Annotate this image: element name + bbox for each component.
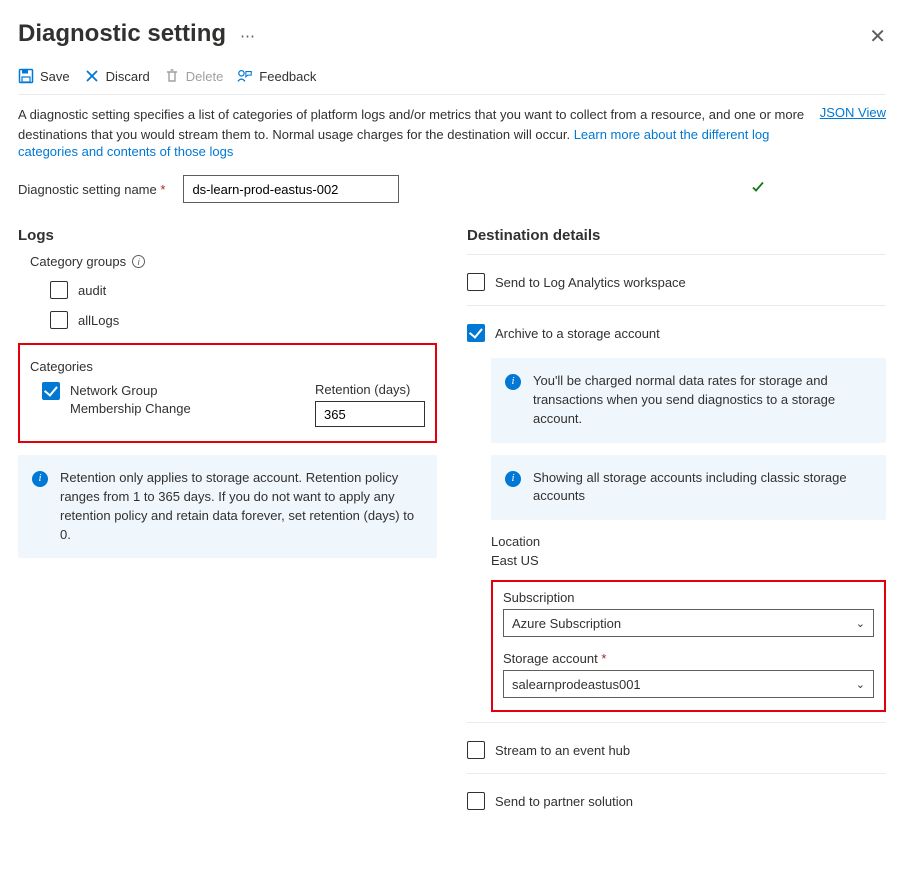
save-icon (18, 68, 34, 84)
subscription-label: Subscription (503, 590, 874, 605)
close-icon[interactable]: ✕ (869, 24, 886, 49)
json-view-link[interactable]: JSON View (820, 105, 886, 159)
discard-button[interactable]: Discard (84, 68, 150, 84)
audit-checkbox[interactable] (50, 281, 68, 299)
categories-label: Categories (30, 359, 93, 374)
chevron-down-icon: ⌄ (856, 617, 865, 630)
network-group-label: Network Group Membership Change (70, 382, 230, 418)
storage-fields-highlight: Subscription Azure Subscription ⌄ Storag… (491, 580, 886, 712)
storage-label: Archive to a storage account (495, 326, 660, 341)
storage-checkbox[interactable] (467, 324, 485, 342)
dest-title: Destination details (467, 227, 886, 244)
info-icon[interactable]: i (132, 255, 145, 268)
storage-account-value: salearnprodeastus001 (512, 677, 641, 692)
info-circle-icon: i (505, 471, 521, 487)
valid-icon (751, 181, 765, 198)
location-label: Location (491, 534, 886, 549)
feedback-button[interactable]: Feedback (237, 68, 316, 84)
discard-icon (84, 68, 100, 84)
save-label: Save (40, 69, 70, 84)
feedback-label: Feedback (259, 69, 316, 84)
classic-note-box: i Showing all storage accounts including… (491, 455, 886, 521)
eventhub-label: Stream to an event hub (495, 743, 630, 758)
name-label: Diagnostic setting name * (18, 182, 165, 197)
partner-checkbox[interactable] (467, 792, 485, 810)
location-value: East US (491, 553, 886, 568)
storage-note-box: i You'll be charged normal data rates fo… (491, 358, 886, 443)
audit-label: audit (78, 283, 106, 298)
chevron-down-icon: ⌄ (856, 678, 865, 691)
discard-label: Discard (106, 69, 150, 84)
alllogs-label: allLogs (78, 313, 119, 328)
name-input[interactable] (183, 175, 399, 203)
info-circle-icon: i (32, 471, 48, 487)
subscription-select[interactable]: Azure Subscription ⌄ (503, 609, 874, 637)
categories-highlight: Categories Network Group Membership Chan… (18, 343, 437, 443)
classic-note-text: Showing all storage accounts including c… (533, 469, 872, 507)
retention-note-text: Retention only applies to storage accoun… (60, 469, 423, 544)
logs-title: Logs (18, 227, 437, 244)
retention-label: Retention (days) (315, 382, 425, 397)
log-analytics-checkbox[interactable] (467, 273, 485, 291)
retention-input[interactable] (315, 401, 425, 427)
retention-note-box: i Retention only applies to storage acco… (18, 455, 437, 558)
log-analytics-label: Send to Log Analytics workspace (495, 275, 686, 290)
page-title: Diagnostic setting (18, 20, 226, 48)
storage-note-text: You'll be charged normal data rates for … (533, 372, 872, 429)
category-groups-label: Category groups (30, 254, 126, 269)
network-group-checkbox[interactable] (42, 382, 60, 400)
storage-account-label: Storage account * (503, 651, 874, 666)
save-button[interactable]: Save (18, 68, 70, 84)
info-circle-icon: i (505, 374, 521, 390)
feedback-icon (237, 68, 253, 84)
partner-label: Send to partner solution (495, 794, 633, 809)
delete-icon (164, 68, 180, 84)
storage-account-select[interactable]: salearnprodeastus001 ⌄ (503, 670, 874, 698)
alllogs-checkbox[interactable] (50, 311, 68, 329)
delete-button: Delete (164, 68, 224, 84)
subscription-value: Azure Subscription (512, 616, 621, 631)
delete-label: Delete (186, 69, 224, 84)
toolbar: Save Discard Delete Feedback (18, 62, 886, 95)
eventhub-checkbox[interactable] (467, 741, 485, 759)
more-icon[interactable]: ⋯ (240, 27, 256, 45)
